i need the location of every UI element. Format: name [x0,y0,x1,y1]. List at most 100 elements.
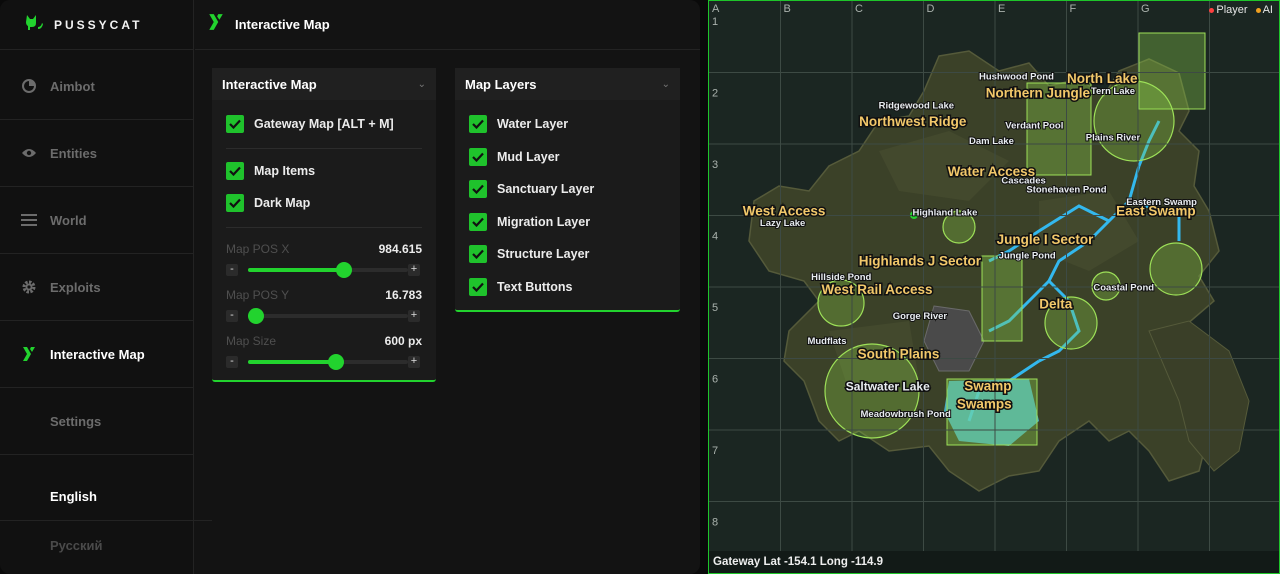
mud-layer-checkbox[interactable]: Mud Layer [469,148,560,166]
interactive-map[interactable]: A B C D E F G 1 2 3 4 5 6 7 8 North Lake Northern Jungl… [708,0,1280,574]
checkbox-label: Map Items [254,164,316,178]
checkmark-icon [469,180,487,198]
slider-knob[interactable] [328,354,344,370]
map-label: Swamp [964,379,1011,394]
checkbox-label: Text Buttons [497,280,573,294]
map-label: Hillside Pond [811,272,871,283]
map-layers-panel: Map Layers ⌄ Water Layer Mud Layer Sanct… [455,68,680,312]
gear-icon [20,278,38,296]
grid-column-label: D [927,3,935,15]
map-label: Coastal Pond [1093,283,1154,294]
checkbox-label: Migration Layer [497,215,591,229]
sidebar-item-aimbot[interactable]: Aimbot [0,53,194,120]
brand-name: PUSSYCAT [54,17,143,32]
dark-map-checkbox[interactable]: Dark Map [226,194,310,212]
grid-row-label: 4 [712,231,718,243]
slider-knob[interactable] [248,308,264,324]
map-label: Delta [1039,296,1073,311]
map-label: Mudflats [807,336,846,347]
map-label: Gorge River [893,311,948,322]
language-english[interactable]: English [0,473,212,521]
map-label: Highland Lake [912,208,977,219]
sidebar-item-label: World [50,212,87,228]
structure-layer-checkbox[interactable]: Structure Layer [469,245,589,263]
increment-button[interactable]: + [408,310,420,322]
legend-player: Player [1209,4,1248,16]
map-label: Ridgewood Lake [879,100,954,111]
menu-icon [20,211,38,229]
water-layer-checkbox[interactable]: Water Layer [469,115,568,133]
checkbox-label: Dark Map [254,196,311,210]
interactive-map-panel: Interactive Map ⌄ Gateway Map [ALT + M] … [212,68,436,382]
decrement-button[interactable]: - [226,310,238,322]
map-label: Hushwood Pond [979,72,1054,83]
map-canvas[interactable]: A B C D E F G 1 2 3 4 5 6 7 8 North LakeNorthern Jungl… [709,1,1279,573]
decrement-button[interactable]: - [226,356,238,368]
map-label: Saltwater Lake [846,380,930,394]
pos-y-slider[interactable] [248,308,408,324]
grid-column-label: A [712,3,720,15]
pos-x-slider[interactable] [248,262,408,278]
text-buttons-checkbox[interactable]: Text Buttons [469,278,572,296]
checkmark-icon [469,148,487,166]
sidebar-item-settings[interactable]: Settings [0,388,194,455]
checkbox-label: Sanctuary Layer [497,182,595,196]
language-label: English [50,489,97,504]
map-label: Tern Lake [1091,86,1135,97]
checkbox-label: Water Layer [497,117,569,131]
chevron-down-icon: ⌄ [417,78,426,90]
grid-row-label: 6 [712,374,718,386]
gateway-map-checkbox[interactable]: Gateway Map [ALT + M] [226,115,394,133]
sidebar-item-interactive-map[interactable]: Interactive Map [0,321,194,388]
sidebar-item-label: Exploits [50,279,101,295]
slider-label: Map POS X [226,242,290,256]
slider-label: Map Size [226,334,277,348]
map-label: Eastern Swamp [1126,197,1197,208]
grid-row-label: 1 [712,16,718,28]
checkmark-icon [469,115,487,133]
language-label: Русский [50,537,103,553]
migration-layer-checkbox[interactable]: Migration Layer [469,213,590,231]
slider-knob[interactable] [336,262,352,278]
sidebar-item-label: Aimbot [50,78,95,94]
panel-header[interactable]: Map Layers ⌄ [455,68,680,100]
cat-logo-icon [24,13,44,36]
page-title: Interactive Map [235,17,330,32]
slider-fill [248,360,336,364]
map-label: Highlands J Sector [859,254,982,269]
map-size-slider[interactable] [248,354,408,370]
divider [226,148,422,149]
map-label: West Access [743,204,826,219]
sanctuary-layer-checkbox[interactable]: Sanctuary Layer [469,180,594,198]
language-russian[interactable]: Русский [0,521,212,569]
map-label: Jungle I Sector [997,232,1095,247]
grid-column-label: F [1070,3,1077,15]
sidebar-item-entities[interactable]: Entities [0,120,194,187]
grid-column-label: B [784,3,791,15]
panel-title: Map Layers [465,76,537,92]
map-label: Jungle Pond [999,250,1056,261]
aimbot-icon [20,77,38,95]
decrement-button[interactable]: - [226,264,238,276]
top-bar: Interactive Map [195,0,700,50]
checkmark-icon [226,194,244,212]
eye-icon [20,144,38,162]
grid-column-label: C [855,3,863,15]
checkmark-icon [469,278,487,296]
increment-button[interactable]: + [408,356,420,368]
sidebar-item-world[interactable]: World [0,187,194,254]
map-label: South Plains [858,347,940,362]
sidebar-item-exploits[interactable]: Exploits [0,254,194,321]
panel-title: Interactive Map [222,76,317,92]
chevron-down-icon: ⌄ [661,78,670,90]
checkbox-label: Mud Layer [497,150,560,164]
legend-ai: AI [1255,4,1273,16]
grid-column-label: G [1141,3,1150,15]
map-logo-icon [20,345,38,363]
panel-header[interactable]: Interactive Map ⌄ [212,68,436,100]
increment-button[interactable]: + [408,264,420,276]
map-status-bar: Gateway Lat -154.1 Long -114.9 [709,551,1279,573]
sidebar-item-label: Settings [50,413,102,429]
sidebar-item-label: Interactive Map [50,346,145,362]
map-items-checkbox[interactable]: Map Items [226,162,315,180]
